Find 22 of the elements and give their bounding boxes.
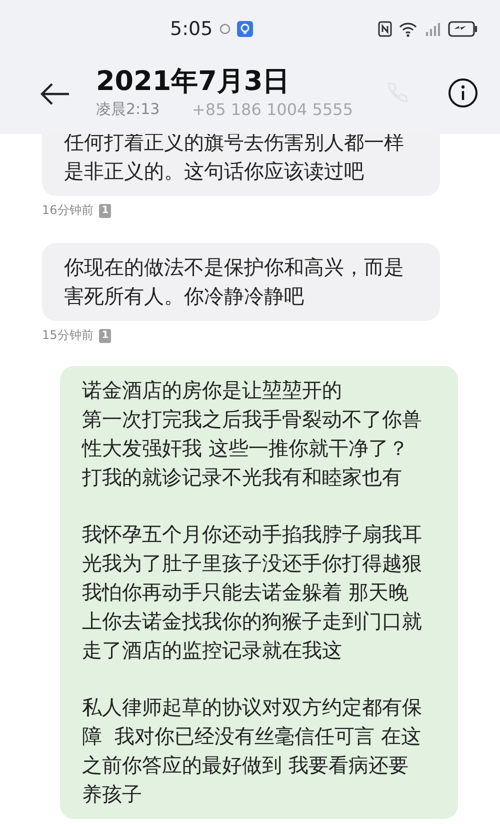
message-text: 我怀孕五个月你还动手掐我脖子扇我耳光我为了肚子里孩子没还手你打得越狠我怕你再动手只能去诺金躲着 那天晚上你去诺金找我你的狗猴子走到门口就走了酒店的监控记录就在我这 [82,521,423,664]
sim-badge: 1 [99,204,112,218]
message-time: 16分钟前 [42,202,94,219]
message-text: 你现在的做法不是保护你和高兴，而是害死所有人。你冷静冷静吧 [64,254,405,310]
conversation-time: 凌晨2:13 [96,99,160,120]
message-text: 第一次打完我之后我手骨裂动不了你兽性大发强奸我 这些一推你就干净了？ [82,406,423,462]
message-text: 诺金酒店的房你是让堃堃开的 [82,377,343,404]
message-time: 15分钟前 [42,327,94,344]
back-icon[interactable] [40,82,70,106]
shield-icon [236,21,253,37]
message-text: 私人律师起草的协议对双方约定都有保障 我对你已经没有丝毫信任可言 在这之前你答应的最好做到 我要看病还要养孩子 [82,694,423,808]
phone-number: +85 186 1004 5555 [192,100,353,119]
signal-icon [424,21,442,37]
nfc-icon [378,21,392,37]
status-time: 5:05 [170,18,213,40]
chat-icon [218,23,231,35]
battery-icon [448,21,478,37]
message-text: 打我的就诊记录不光我有和睦家也有 [82,464,403,491]
wifi-icon [398,21,418,37]
info-icon[interactable] [448,78,478,108]
conversation-title: 2021年7月3日 [96,66,291,98]
sim-badge: 1 [99,328,112,342]
